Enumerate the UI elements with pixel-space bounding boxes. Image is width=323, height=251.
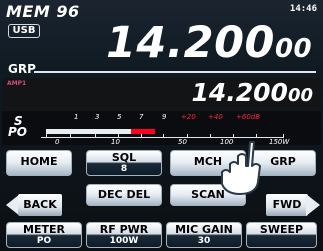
- mic-gain-button-value: 30: [197, 236, 211, 247]
- rf-pwr-button-value: 100W: [109, 236, 139, 247]
- s-tick-3: 3: [95, 113, 100, 121]
- scale-tick: [187, 134, 188, 138]
- radio-display: MEM 96 14:46 USB 14.20000 GRP AMP1 14.20…: [0, 0, 323, 251]
- rf-pwr-button-label: RF PWR: [99, 223, 149, 236]
- main-frequency-major: 14.200: [106, 18, 275, 68]
- scale-tick: [70, 134, 71, 138]
- forward-arrow-icon: [306, 194, 320, 216]
- sql-button-label: SQL: [111, 151, 137, 164]
- fwd-button[interactable]: FWD: [266, 194, 320, 216]
- sweep-button[interactable]: SWEEP: [246, 222, 317, 248]
- sub-frequency-minor: 00: [287, 85, 313, 106]
- po-tick-150w: 150W: [269, 138, 290, 146]
- sub-frequency-major: 14.200: [191, 78, 288, 107]
- mic-gain-button[interactable]: MIC GAIN 30: [166, 222, 242, 248]
- home-button[interactable]: HOME: [6, 150, 72, 176]
- home-button-label: HOME: [20, 155, 58, 168]
- back-button[interactable]: BACK: [6, 194, 62, 216]
- s-tick-plus20: +20: [181, 113, 196, 121]
- amp-indicator: AMP1: [7, 80, 27, 87]
- scale-tick: [95, 134, 96, 138]
- po-tick-50: 50: [178, 138, 187, 146]
- clock: 14:46: [289, 4, 317, 14]
- sweep-button-value: [247, 236, 316, 247]
- main-frequency: 14.20000: [106, 20, 312, 72]
- memory-channel: MEM 96: [6, 2, 80, 21]
- sql-button-value: 8: [120, 164, 128, 175]
- group-label: GRP: [8, 62, 36, 76]
- s-tick-plus60: +60dB: [236, 113, 261, 121]
- scale-tick: [141, 134, 142, 138]
- po-tick-0: 0: [55, 138, 60, 146]
- s-tick-5: 5: [117, 113, 122, 121]
- scale-tick: [163, 134, 164, 138]
- main-frequency-minor: 00: [274, 34, 313, 64]
- s-tick-plus40: +40: [208, 113, 223, 121]
- po-meter-label: PO: [8, 125, 27, 139]
- rf-pwr-button[interactable]: RF PWR 100W: [86, 222, 162, 248]
- meter-button-label: METER: [23, 223, 65, 236]
- group-underline: [34, 71, 316, 73]
- hand-pointer-icon: [221, 141, 261, 195]
- s-tick-9: 9: [162, 113, 167, 121]
- s-tick-1: 1: [74, 113, 79, 121]
- meter-button-value: PO: [36, 236, 52, 247]
- dec-del-button[interactable]: DEC DEL: [86, 184, 162, 206]
- po-tick-10: 10: [111, 138, 120, 146]
- sql-button[interactable]: SQL 8: [86, 150, 162, 176]
- mode-badge: USB: [8, 24, 40, 38]
- fwd-button-label: FWD: [266, 194, 308, 216]
- meter-button[interactable]: METER PO: [6, 222, 82, 248]
- sub-frequency: 14.20000: [191, 78, 313, 107]
- peak-bar: [131, 129, 155, 134]
- s-tick-7: 7: [139, 113, 144, 121]
- sweep-button-label: SWEEP: [259, 223, 304, 236]
- back-button-label: BACK: [18, 194, 62, 216]
- mic-gain-button-label: MIC GAIN: [175, 223, 233, 236]
- scale-tick: [46, 134, 47, 138]
- dec-del-button-label: DEC DEL: [97, 188, 151, 201]
